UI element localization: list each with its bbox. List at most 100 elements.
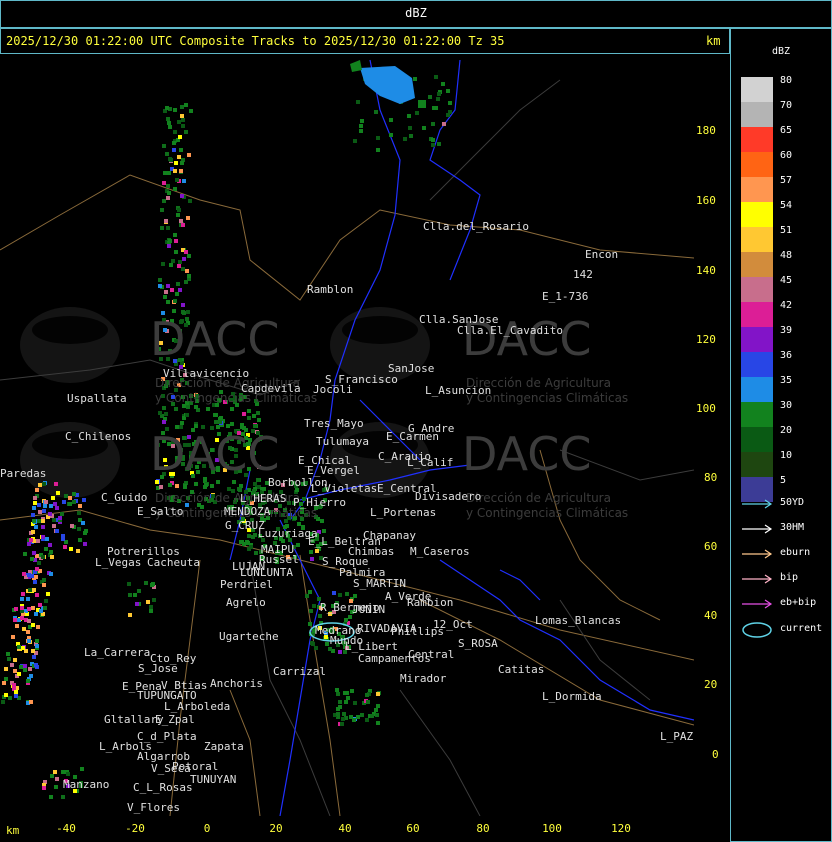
legend-swatch: [741, 102, 773, 127]
place-label: Clla.El_Cavadito: [457, 324, 563, 337]
legend-swatch: [741, 277, 773, 302]
place-label: Jocoli: [313, 383, 353, 396]
track-arrow-icon: [742, 524, 773, 534]
y-axis: 180 160 140 120 100 80 60 40 20 0: [694, 54, 730, 816]
track-label: bip: [780, 572, 799, 583]
place-label: M_Caseros: [410, 545, 470, 558]
legend-value: 70: [780, 100, 793, 111]
current-position-icon: [742, 622, 772, 638]
legend-value: 48: [780, 250, 793, 261]
legend-swatch: [741, 427, 773, 452]
x-tick-label: 60: [406, 822, 420, 835]
legend-value: 57: [780, 175, 793, 186]
y-tick-label: 0: [712, 748, 719, 761]
place-label: S_Jose: [138, 662, 178, 675]
radar-map[interactable]: DACC Dirección de Agricultura y Continge…: [0, 54, 694, 816]
y-tick-label: 20: [704, 678, 718, 691]
x-tick-label: 0: [203, 822, 211, 835]
legend-swatch: [741, 352, 773, 377]
place-label: Zapata: [204, 740, 244, 753]
watermark-dacc-4: DACC: [462, 427, 592, 481]
y-tick-label: 100: [696, 402, 716, 415]
window-title: dBZ: [405, 6, 427, 20]
place-label: Encon: [585, 248, 619, 261]
track-arrow-icon: [742, 499, 773, 509]
watermark-sub-4b: y Contingencias Climáticas: [466, 506, 629, 520]
place-label: TUNUYAN: [190, 773, 237, 786]
place-label: Villavicencio: [163, 367, 250, 380]
place-label: Manzano: [63, 778, 110, 791]
x-tick-label: 80: [476, 822, 490, 835]
place-label: L_PAZ: [660, 730, 694, 743]
watermark-dacc-1: DACC: [150, 312, 280, 366]
place-label: S_ROSA: [458, 637, 498, 650]
place-label: E_Carmen: [386, 430, 439, 443]
legend-swatch: [741, 402, 773, 427]
x-tick-label: -40: [56, 822, 76, 835]
x-axis-unit: km: [6, 824, 20, 837]
legend-swatch: [741, 227, 773, 252]
place-label: Tulumaya: [316, 435, 369, 448]
place-label: JUNIN: [352, 603, 386, 616]
place-label: S_MARTIN: [353, 577, 406, 590]
place-label: Carrizal: [273, 665, 326, 678]
place-label: P_Hierro: [293, 496, 346, 509]
legend-value: 80: [780, 75, 793, 86]
place-label: La_Carrera: [84, 646, 151, 659]
legend-value: 60: [780, 150, 793, 161]
track-label: 30HM: [780, 522, 805, 533]
place-label: V_Seca: [151, 762, 191, 775]
track-label: eburn: [780, 547, 811, 558]
legend-swatch: [741, 177, 773, 202]
place-label: Paredas: [0, 467, 47, 480]
y-tick-label: 40: [704, 609, 718, 622]
legend-swatch: [741, 127, 773, 152]
legend-swatch: [741, 152, 773, 177]
legend-value: 51: [780, 225, 793, 236]
place-label: L_HERAS: [240, 492, 287, 505]
legend-value: 42: [780, 300, 793, 311]
place-label: Clla.del_Rosario: [423, 220, 529, 233]
place-label: E_Zpal: [155, 713, 195, 726]
legend-value: 20: [780, 425, 793, 436]
legend-swatch: [741, 452, 773, 477]
watermark-dacc-3: DACC: [150, 427, 280, 481]
track-label: eb+bip: [780, 597, 817, 608]
place-label: C_L_Rosas: [133, 781, 193, 794]
x-axis: km -40 -20 0 20 40 60 80 100 120: [0, 816, 730, 842]
place-label: Tres_Mayo: [304, 417, 364, 430]
x-tick-label: 40: [338, 822, 352, 835]
place-label: SanJose: [388, 362, 435, 375]
legend-swatch: [741, 202, 773, 227]
place-label: C_Chilenos: [65, 430, 132, 443]
place-label: L_Arboleda: [164, 700, 231, 713]
place-label: C_Guido: [101, 491, 148, 504]
place-label: L_Calif: [407, 456, 454, 469]
legend-value: 65: [780, 125, 793, 136]
place-label: Mirador: [400, 672, 447, 685]
legend-swatch: [741, 377, 773, 402]
place-label: Anchoris: [210, 677, 263, 690]
legend-value: 5: [780, 475, 787, 486]
place-label: 142: [573, 268, 593, 281]
place-label: L_Vegas: [95, 556, 142, 569]
legend-swatch: [741, 252, 773, 277]
legend-swatch: [741, 77, 773, 102]
track-arrow-icon: [742, 599, 773, 609]
place-label: Divisadero: [415, 490, 482, 503]
place-label: Capdevila: [241, 382, 301, 395]
place-label: Agrelo: [226, 596, 266, 609]
composite-track-header: 2025/12/30 01:22:00 UTC Composite Tracks…: [6, 34, 505, 48]
place-label: MENDOZA: [224, 505, 271, 518]
x-tick-label: 100: [542, 822, 562, 835]
place-label: Cacheuta: [147, 556, 200, 569]
y-tick-label: 160: [696, 194, 716, 207]
place-label: L_Violetas: [311, 482, 378, 495]
y-tick-label: 140: [696, 264, 716, 277]
place-label: Phillips: [391, 625, 444, 638]
place-label: E_1-736: [542, 290, 589, 303]
track-label: 50YD: [780, 497, 805, 508]
legend-value: 30: [780, 400, 793, 411]
current-label: current: [780, 623, 823, 634]
legend-value: 54: [780, 200, 793, 211]
